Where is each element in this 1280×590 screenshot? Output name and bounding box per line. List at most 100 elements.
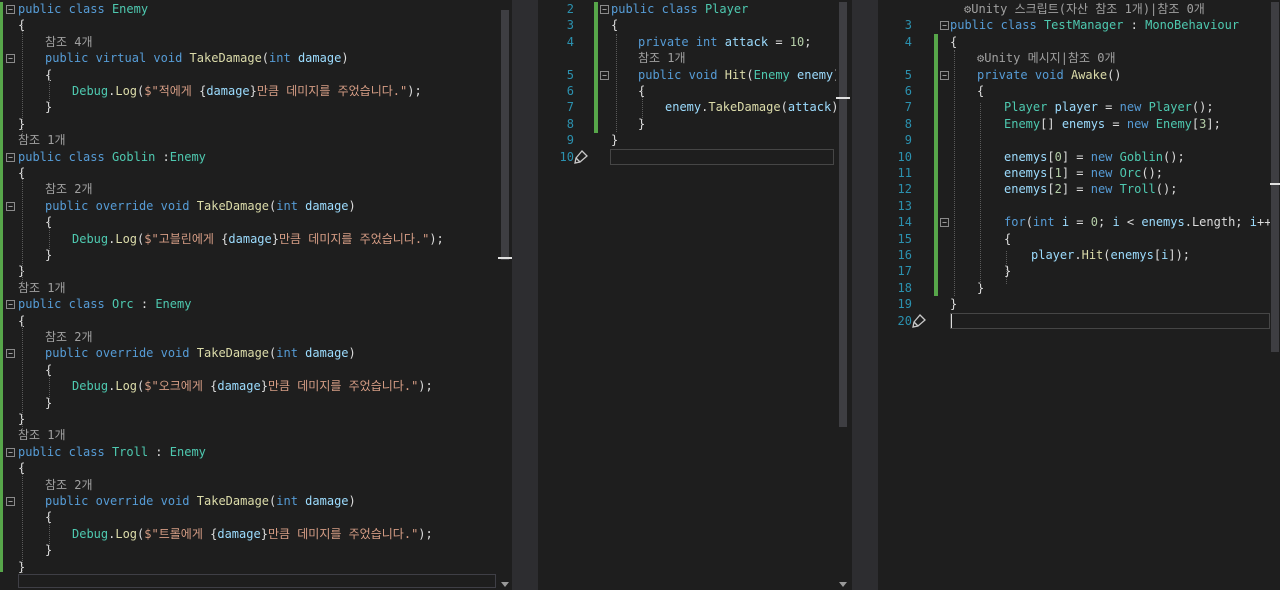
code-text[interactable]: { bbox=[1004, 231, 1011, 247]
code-line[interactable]: { bbox=[0, 509, 498, 525]
code-line[interactable]: Debug.Log($"오크에게 {damage}만큼 데미지를 주었습니다."… bbox=[0, 378, 498, 394]
code-line[interactable]: } bbox=[0, 395, 498, 411]
codelens-reference-count[interactable]: ⚙Unity 스크립트(자산 참조 1개)|참조 0개 bbox=[964, 1, 1205, 17]
collapse-outline-icon[interactable]: − bbox=[6, 201, 15, 211]
code-line[interactable]: 8} bbox=[538, 116, 836, 132]
vertical-scrollbar[interactable] bbox=[836, 0, 850, 590]
code-line[interactable]: 3{ bbox=[538, 17, 836, 33]
code-line[interactable]: 9} bbox=[538, 132, 836, 148]
code-text[interactable]: Debug.Log($"적에게 {damage}만큼 데미지를 주었습니다.")… bbox=[72, 83, 422, 99]
code-text[interactable]: enemys[2] = new Troll(); bbox=[1004, 181, 1177, 197]
code-text[interactable]: enemys[0] = new Goblin(); bbox=[1004, 149, 1185, 165]
quick-actions-brush-icon[interactable] bbox=[910, 313, 926, 328]
codelens-reference-count[interactable]: 참조 1개 bbox=[638, 50, 686, 66]
codelens-row[interactable]: 참조 2개 bbox=[0, 477, 498, 493]
editor-pane-player[interactable]: 2− public class Player 3{4 private int atta… bbox=[538, 0, 852, 590]
codelens-reference-count[interactable]: 참조 1개 bbox=[18, 427, 66, 443]
code-line[interactable]: } bbox=[0, 542, 498, 558]
code-text[interactable]: public override void TakeDamage(int dama… bbox=[45, 493, 356, 509]
code-line[interactable]: } bbox=[0, 116, 498, 132]
code-text[interactable]: player.Hit(enemys[i]); bbox=[1031, 247, 1190, 263]
scrollbar-thumb[interactable] bbox=[501, 10, 509, 260]
codelens-row[interactable]: ⚙Unity 스크립트(자산 참조 1개)|참조 0개 bbox=[878, 1, 1268, 17]
codelens-reference-count[interactable]: 참조 4개 bbox=[45, 34, 93, 50]
code-text[interactable]: { bbox=[950, 34, 957, 50]
codelens-row[interactable]: 참조 1개 bbox=[0, 280, 498, 296]
code-line[interactable]: 6{ bbox=[538, 83, 836, 99]
code-text[interactable]: Debug.Log($"고블린에게 {damage}만큼 데미지를 주었습니다.… bbox=[72, 231, 444, 247]
code-line[interactable]: { bbox=[0, 67, 498, 83]
code-area[interactable]: 2− public class Player 3{4 private int atta… bbox=[538, 1, 846, 573]
collapse-outline-icon[interactable]: − bbox=[6, 447, 15, 457]
code-text[interactable]: public class TestManager : MonoBehaviour bbox=[950, 17, 1239, 33]
code-line[interactable]: Debug.Log($"적에게 {damage}만큼 데미지를 주었습니다.")… bbox=[0, 83, 498, 99]
code-line[interactable]: Debug.Log($"고블린에게 {damage}만큼 데미지를 주었습니다.… bbox=[0, 231, 498, 247]
codelens-row[interactable]: 참조 1개 bbox=[0, 132, 498, 148]
code-text[interactable]: Player player = new Player(); bbox=[1004, 99, 1214, 115]
code-text[interactable]: for(int i = 0; i < enemys.Length; i++) bbox=[1004, 214, 1279, 230]
code-line[interactable]: − public override void TakeDamage(int dam… bbox=[0, 493, 498, 509]
code-text[interactable]: } bbox=[611, 132, 618, 148]
code-line[interactable]: } bbox=[0, 411, 498, 427]
codelens-reference-count[interactable]: 참조 2개 bbox=[45, 181, 93, 197]
code-line[interactable]: } bbox=[0, 99, 498, 115]
code-text[interactable]: private void Awake() bbox=[977, 67, 1122, 83]
code-line[interactable]: − public override void TakeDamage(int dam… bbox=[0, 198, 498, 214]
collapse-outline-icon[interactable]: − bbox=[600, 70, 609, 80]
vertical-scrollbar[interactable] bbox=[498, 0, 512, 590]
code-line[interactable]: 2 − public class Player bbox=[538, 1, 836, 17]
code-text[interactable]: } bbox=[950, 296, 957, 312]
scrollbar-thumb[interactable] bbox=[839, 2, 847, 427]
codelens-reference-count[interactable]: 참조 2개 bbox=[45, 477, 93, 493]
code-text[interactable]: public class Player bbox=[611, 1, 748, 17]
vertical-scrollbar[interactable] bbox=[1270, 0, 1280, 590]
collapse-outline-icon[interactable]: − bbox=[6, 152, 15, 162]
code-area[interactable]: − public class Enemy{참조 4개 − public virtual… bbox=[0, 1, 498, 579]
collapse-outline-icon[interactable]: − bbox=[940, 70, 949, 80]
code-line[interactable]: 5 − public void Hit(Enemy enemy) bbox=[538, 67, 841, 83]
code-text[interactable]: Debug.Log($"오크에게 {damage}만큼 데미지를 주었습니다."… bbox=[72, 378, 433, 394]
collapse-outline-icon[interactable]: − bbox=[940, 218, 949, 228]
editor-pane-testmanager[interactable]: ⚙Unity 스크립트(자산 참조 1개)|참조 0개 3− public clas… bbox=[878, 0, 1280, 590]
code-line[interactable]: { bbox=[0, 214, 498, 230]
code-text[interactable]: Enemy[] enemys = new Enemy[3]; bbox=[1004, 116, 1221, 132]
codelens-row[interactable]: 참조 4개 bbox=[0, 34, 498, 50]
code-line[interactable]: − public class Troll : Enemy bbox=[0, 444, 498, 460]
current-line-highlight[interactable] bbox=[950, 312, 1270, 329]
current-line-highlight[interactable] bbox=[610, 148, 834, 165]
code-text[interactable]: Debug.Log($"트롤에게 {damage}만큼 데미지를 주었습니다."… bbox=[72, 526, 433, 542]
code-line[interactable]: Debug.Log($"트롤에게 {damage}만큼 데미지를 주었습니다."… bbox=[0, 526, 498, 542]
collapse-outline-icon[interactable]: − bbox=[600, 5, 609, 14]
collapse-outline-icon[interactable]: − bbox=[6, 54, 15, 64]
codelens-row[interactable]: 참조 2개 bbox=[0, 181, 498, 197]
pane-divider[interactable] bbox=[512, 0, 538, 590]
code-line[interactable]: { bbox=[0, 17, 498, 33]
code-line[interactable]: − public class Orc : Enemy bbox=[0, 296, 498, 312]
code-line[interactable]: − public override void TakeDamage(int dam… bbox=[0, 345, 498, 361]
horizontal-scrollbar[interactable] bbox=[18, 574, 496, 588]
collapse-outline-icon[interactable]: − bbox=[940, 21, 949, 31]
code-line[interactable]: } bbox=[0, 247, 498, 263]
code-text[interactable]: { bbox=[977, 83, 984, 99]
scrollbar-thumb[interactable] bbox=[1271, 2, 1279, 352]
code-line[interactable]: − public class Enemy bbox=[0, 1, 498, 17]
collapse-outline-icon[interactable]: − bbox=[6, 5, 15, 14]
code-line[interactable]: { bbox=[0, 313, 498, 329]
code-text[interactable]: private int attack = 10; bbox=[638, 34, 811, 50]
code-text[interactable]: public void Hit(Enemy enemy) bbox=[638, 67, 840, 83]
code-text[interactable]: public class Troll : Enemy bbox=[18, 444, 206, 460]
codelens-reference-count[interactable]: 참조 1개 bbox=[18, 132, 66, 148]
code-line[interactable]: { bbox=[0, 165, 498, 181]
code-line[interactable]: } bbox=[0, 263, 498, 279]
codelens-row[interactable]: 참조 1개 bbox=[0, 427, 498, 443]
code-text[interactable]: public virtual void TakeDamage(int damag… bbox=[45, 50, 349, 66]
code-text[interactable]: enemys[1] = new Orc(); bbox=[1004, 165, 1163, 181]
code-line[interactable]: 19} bbox=[878, 296, 1268, 312]
collapse-outline-icon[interactable]: − bbox=[6, 300, 15, 310]
code-line[interactable]: 7 enemy.TakeDamage(attack); bbox=[538, 99, 846, 115]
code-text[interactable]: public class Goblin :Enemy bbox=[18, 149, 206, 165]
code-line[interactable]: − public class Goblin :Enemy bbox=[0, 149, 498, 165]
pane-divider[interactable] bbox=[852, 0, 878, 590]
scroll-down-arrow[interactable] bbox=[839, 582, 847, 587]
code-line[interactable]: 3 − public class TestManager : MonoBehavio… bbox=[878, 17, 1268, 33]
